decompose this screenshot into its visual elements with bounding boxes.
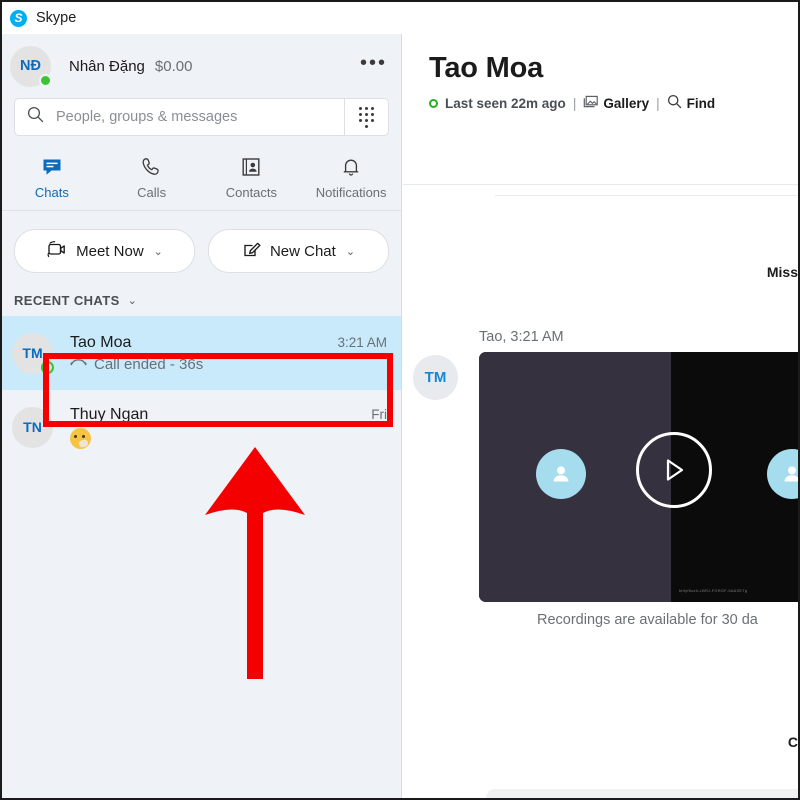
shush-emoji-icon [70, 427, 91, 449]
avatar-initials: TM [424, 369, 447, 386]
message-composer[interactable]: Type a message [486, 789, 798, 798]
gallery-button[interactable]: Gallery [583, 95, 649, 111]
dialpad-button[interactable] [345, 98, 389, 136]
chevron-down-icon[interactable]: ⌄ [154, 245, 163, 258]
avatar-initials: TM [22, 345, 43, 361]
system-message-bottom: C [787, 734, 798, 750]
chat-name: Thuy Ngan [70, 405, 149, 423]
chat-name: Tao Moa [70, 333, 132, 351]
conversation-header: Tao Moa Last seen 22m ago | Gallery | Fi… [403, 34, 798, 112]
new-chat-label: New Chat [269, 242, 336, 260]
presence-indicator-online [39, 73, 52, 87]
dialpad-icon [359, 106, 374, 128]
message-group: TM Tao, 3:21 AM bhfyf5uzh-LBRJ-FGRGF-5AA… [413, 329, 798, 628]
chat-icon [41, 154, 63, 180]
avatar: TM [12, 332, 54, 374]
video-camera-icon [46, 240, 68, 263]
list-item-subtitle [70, 427, 387, 449]
video-recording-thumbnail[interactable]: bhfyf5uzh-LBRJ-FGRGF-5AASETg [479, 352, 798, 602]
avatar: TM [413, 355, 458, 400]
chat-timestamp: Fri [371, 406, 387, 422]
sidebar-nav-tabs: Chats Calls Contacts Notifications [2, 154, 401, 211]
search-icon [27, 106, 44, 128]
meet-now-label: Meet Now [76, 242, 144, 260]
sidebar-item-label: Chats [34, 185, 69, 200]
list-item-body: Tao Moa 3:21 AM Call ended - 36s [70, 334, 387, 373]
sidebar-item-chats[interactable]: Chats [2, 154, 102, 208]
list-item-top: Thuy Ngan Fri [70, 406, 387, 424]
gallery-icon [583, 95, 599, 111]
sidebar-item-notifications[interactable]: Notifications [301, 154, 401, 208]
call-ended-icon [70, 356, 87, 373]
bell-icon [340, 154, 362, 180]
header-divider [403, 184, 798, 185]
status-text: Last seen 22m ago [445, 95, 566, 111]
recordings-availability-note: Recordings are available for 30 da [537, 612, 758, 628]
skype-logo-icon: S [10, 9, 27, 27]
message-content: Tao, 3:21 AM bhfyf5uzh-LBRJ-FGRGF-5AASET… [479, 329, 798, 628]
avatar: TN [12, 406, 53, 448]
presence-indicator-online [41, 360, 54, 374]
sidebar-item-calls[interactable]: Calls [102, 154, 202, 208]
meet-now-button[interactable]: Meet Now ⌄ [14, 229, 195, 273]
message-sender-timestamp: Tao, 3:21 AM [479, 329, 564, 345]
compose-icon [242, 239, 262, 264]
find-button[interactable]: Find [667, 94, 716, 112]
system-message-top: Miss [766, 264, 798, 280]
sidebar-item-label: Notifications [315, 185, 387, 200]
avatar-initials: NĐ [20, 58, 41, 74]
conversation-panel: Tao Moa Last seen 22m ago | Gallery | Fi… [403, 34, 798, 798]
sidebar-item-label: Calls [137, 185, 167, 200]
list-item-subtitle: Call ended - 36s [70, 356, 387, 373]
meta-separator: | [572, 95, 577, 111]
meta-separator: | [656, 95, 660, 111]
list-item[interactable]: TN Thuy Ngan Fri [2, 390, 401, 464]
list-item-top: Tao Moa 3:21 AM [70, 334, 387, 352]
search-icon [667, 94, 682, 112]
chat-preview: Call ended - 36s [94, 355, 204, 373]
list-item-body: Thuy Ngan Fri [70, 406, 387, 449]
chevron-down-icon[interactable]: ⌄ [128, 294, 137, 307]
title-bar: S Skype [2, 2, 798, 34]
search-input[interactable]: People, groups & messages [14, 98, 345, 136]
contacts-icon [240, 154, 262, 180]
recent-chats-label: RECENT CHATS [14, 293, 120, 308]
conversation-meta: Last seen 22m ago | Gallery | Find [429, 94, 798, 112]
find-label: Find [686, 95, 716, 111]
sidebar-item-contacts[interactable]: Contacts [202, 154, 302, 208]
message-divider [495, 195, 798, 196]
profile-row[interactable]: NĐ Nhân Đặng $0.00 ••• [2, 34, 401, 98]
phone-icon [141, 154, 163, 180]
video-watermark: bhfyf5uzh-LBRJ-FGRGF-5AASETg [679, 588, 748, 593]
quick-actions-row: Meet Now ⌄ New Chat ⌄ [2, 211, 401, 273]
new-chat-button[interactable]: New Chat ⌄ [208, 229, 389, 273]
chat-list: TM Tao Moa 3:21 AM Call ended - 36s TN T… [2, 316, 401, 464]
presence-indicator-online [429, 98, 438, 108]
left-sidebar: NĐ Nhân Đặng $0.00 ••• People, groups & … [2, 34, 402, 798]
profile-name: Nhân Đặng [69, 57, 145, 75]
page-title: Tao Moa [429, 52, 544, 84]
search-placeholder: People, groups & messages [56, 109, 238, 125]
search-row: People, groups & messages [2, 98, 401, 136]
gallery-label: Gallery [603, 95, 650, 111]
chevron-down-icon[interactable]: ⌄ [346, 245, 355, 258]
sidebar-item-label: Contacts [225, 185, 278, 200]
skype-app-window: S Skype NĐ Nhân Đặng $0.00 ••• People, g… [0, 0, 800, 800]
chat-timestamp: 3:21 AM [337, 334, 387, 350]
recent-chats-header[interactable]: RECENT CHATS ⌄ [2, 273, 401, 316]
profile-balance: $0.00 [154, 57, 193, 75]
avatar[interactable]: NĐ [10, 45, 52, 87]
list-item[interactable]: TM Tao Moa 3:21 AM Call ended - 36s [2, 316, 401, 390]
more-options-button[interactable]: ••• [360, 53, 387, 74]
avatar-initials: TN [23, 419, 42, 435]
play-icon[interactable] [636, 432, 712, 508]
participant-avatar-icon [536, 449, 586, 499]
app-title: Skype [36, 10, 77, 26]
